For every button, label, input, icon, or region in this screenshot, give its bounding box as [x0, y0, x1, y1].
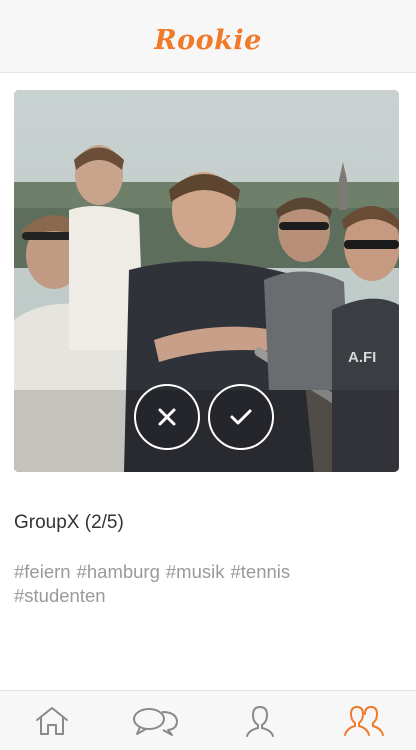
app-logo: Rookie — [154, 24, 262, 56]
tab-groups[interactable] — [312, 691, 416, 750]
accept-button[interactable] — [208, 384, 274, 450]
chat-bubbles-icon — [133, 707, 178, 736]
group-title: GroupX (2/5) — [14, 512, 124, 533]
tab-home[interactable] — [0, 691, 104, 750]
person-icon — [246, 705, 274, 737]
tag[interactable]: #musik — [166, 561, 225, 582]
tag[interactable]: #tennis — [231, 561, 291, 582]
home-icon — [36, 706, 68, 735]
check-icon — [230, 409, 252, 425]
group-photo-image: A.FI — [14, 90, 399, 472]
tag[interactable]: #feiern — [14, 561, 71, 582]
reject-button[interactable] — [134, 384, 200, 450]
close-icon — [158, 408, 176, 426]
tab-chats[interactable] — [104, 691, 208, 750]
group-photo[interactable]: A.FI — [14, 90, 399, 472]
tab-bar — [0, 690, 416, 750]
tag[interactable]: #hamburg — [77, 561, 160, 582]
group-icon — [344, 705, 384, 736]
group-tags: #feiern #hamburg #musik #tennis #studenten — [14, 560, 394, 608]
app-header: Rookie — [0, 0, 416, 73]
svg-text:A.FI: A.FI — [348, 349, 376, 366]
tab-profile[interactable] — [208, 691, 312, 750]
tag[interactable]: #studenten — [14, 585, 106, 606]
